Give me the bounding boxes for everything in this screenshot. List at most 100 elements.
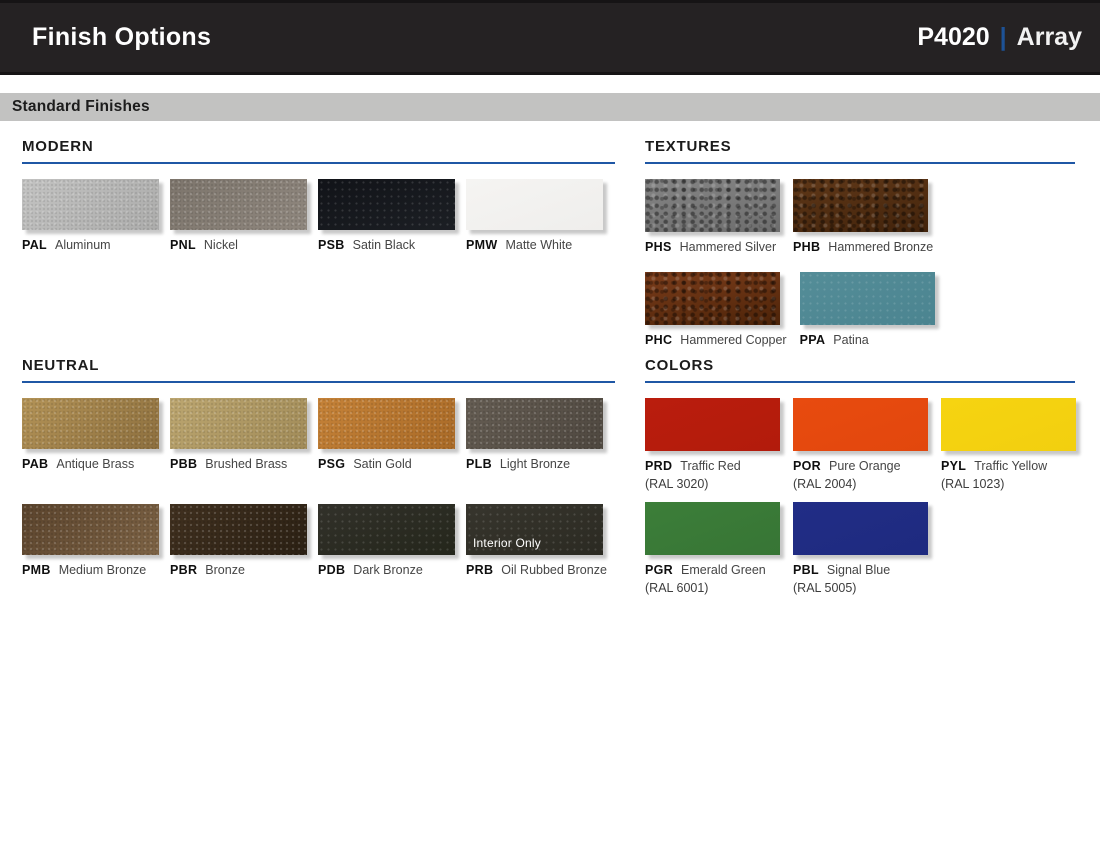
finish-name: Bronze xyxy=(205,563,245,577)
finish-name: Traffic Red xyxy=(680,459,740,473)
finish-name: Emerald Green xyxy=(681,563,766,577)
finish-swatch-pab xyxy=(22,398,159,449)
finish-label: PRB Oil Rubbed Bronze xyxy=(466,563,607,577)
finish-swatch-phs xyxy=(645,179,780,232)
finish-name: Matte White xyxy=(505,238,572,252)
finish-ral-code: (RAL 3020) xyxy=(645,477,780,491)
finish-swatch-por xyxy=(793,398,928,451)
finish-name: Hammered Bronze xyxy=(828,240,933,254)
finish-name: Satin Black xyxy=(353,238,416,252)
colors-row-1: PRDTraffic Red(RAL 3020)PORPure Orange(R… xyxy=(645,398,1075,491)
section-title-textures: TEXTURES xyxy=(645,138,1075,164)
finish-name: Hammered Copper xyxy=(680,333,786,347)
finish-cell-phc: PHC Hammered Copper xyxy=(645,272,787,347)
finish-label: PHS Hammered Silver xyxy=(645,240,780,254)
finish-swatch-pbr xyxy=(170,504,307,555)
finish-label: PPAPatina xyxy=(800,333,935,347)
finish-label: PHB Hammered Bronze xyxy=(793,240,933,254)
finish-swatch-pnl xyxy=(170,179,307,230)
finish-cell-psb: PSB Satin Black xyxy=(318,179,455,252)
finish-code: PRB xyxy=(466,563,493,577)
finish-cell-pab: PAB Antique Brass xyxy=(22,398,159,471)
finish-name: Pure Orange xyxy=(829,459,901,473)
finish-label: PNL Nickel xyxy=(170,238,307,252)
finish-code: PHB xyxy=(793,240,820,254)
finish-swatch-psg xyxy=(318,398,455,449)
finish-label: PYLTraffic Yellow xyxy=(941,459,1076,473)
finish-code: PHS xyxy=(645,240,672,254)
finish-cell-pdb: PDBDark Bronze xyxy=(318,504,455,577)
textures-row-1: PHS Hammered Silver PHB Hammered Bronze xyxy=(645,179,1075,254)
finish-swatch-phc xyxy=(645,272,780,325)
finish-name: Light Bronze xyxy=(500,457,570,471)
finish-cell-pbb: PBBBrushed Brass xyxy=(170,398,307,471)
product-identifier: P4020 | Array xyxy=(917,23,1082,52)
neutral-row-1: PAB Antique Brass PBBBrushed Brass PSGSatin… xyxy=(22,398,615,471)
finish-cell-pbr: PBRBronze xyxy=(170,504,307,577)
finish-swatch-prd xyxy=(645,398,780,451)
finish-swatch-pmw xyxy=(466,179,603,230)
finish-swatch-pbb xyxy=(170,398,307,449)
finish-swatch-pdb xyxy=(318,504,455,555)
finish-code: PPA xyxy=(800,333,826,347)
neutral-swatch-grid: PAB Antique Brass PBBBrushed Brass PSGSatin… xyxy=(22,398,615,577)
page-header: Finish Options P4020 | Array xyxy=(0,0,1100,75)
finish-name: Oil Rubbed Bronze xyxy=(501,563,607,577)
finish-cell-prd: PRDTraffic Red (RAL 3020) xyxy=(645,398,780,491)
section-title-neutral: NEUTRAL xyxy=(22,357,615,383)
section-neutral: NEUTRAL PAB Antique Brass PBBBrushed Brass… xyxy=(22,357,615,577)
finish-label: PAB Antique Brass xyxy=(22,457,159,471)
modern-swatch-grid: PAL Aluminum PNL Nickel PSB Satin Black PMW Mat… xyxy=(22,179,615,252)
product-name: Array xyxy=(1017,23,1082,52)
section-title-modern: MODERN xyxy=(22,138,615,164)
finish-code: PMW xyxy=(466,238,497,252)
finish-cell-pal: PAL Aluminum xyxy=(22,179,159,252)
finish-cell-pbl: PBLSignal Blue(RAL 5005) xyxy=(793,502,928,595)
finish-name: Hammered Silver xyxy=(680,240,777,254)
finish-label: PBBBrushed Brass xyxy=(170,457,307,471)
colors-row-2: PGREmerald Green (RAL 6001) PBLSignal Blue… xyxy=(645,502,1075,595)
finish-name: Antique Brass xyxy=(56,457,134,471)
finish-name: Brushed Brass xyxy=(205,457,287,471)
section-title-colors: COLORS xyxy=(645,357,1075,383)
finish-cell-phb: PHB Hammered Bronze xyxy=(793,179,933,254)
finish-name: Nickel xyxy=(204,238,238,252)
finish-swatch-pyl xyxy=(941,398,1076,451)
finish-ral-code: (RAL 2004) xyxy=(793,477,928,491)
finish-label: PRDTraffic Red xyxy=(645,459,780,473)
finish-label: PDBDark Bronze xyxy=(318,563,455,577)
finish-cell-prb: Interior Only PRB Oil Rubbed Bronze xyxy=(466,504,607,577)
textures-row-2: PHC Hammered Copper PPAPatina xyxy=(645,272,1075,347)
finish-label: PSB Satin Black xyxy=(318,238,455,252)
finish-code: PLB xyxy=(466,457,492,471)
modern-row-1: PAL Aluminum PNL Nickel PSB Satin Black PMW Mat… xyxy=(22,179,615,252)
finish-swatch-phb xyxy=(793,179,928,232)
finish-name: Medium Bronze xyxy=(59,563,147,577)
finish-cell-phs: PHS Hammered Silver xyxy=(645,179,780,254)
neutral-row-2: PMB Medium Bronze PBRBronze PDBDark Bronze I… xyxy=(22,504,615,577)
section-textures: TEXTURES PHS Hammered Silver PHB Hammered B… xyxy=(645,138,1075,347)
finish-cell-pyl: PYLTraffic Yellow(RAL 1023) xyxy=(941,398,1076,491)
finish-label: PMW Matte White xyxy=(466,238,603,252)
finish-code: PSB xyxy=(318,238,345,252)
finish-name: Aluminum xyxy=(55,238,111,252)
finish-code: PMB xyxy=(22,563,51,577)
finish-swatch-pgr xyxy=(645,502,780,555)
finish-ral-code: (RAL 6001) xyxy=(645,581,780,595)
finish-swatch-psb xyxy=(318,179,455,230)
standard-finishes-bar: Standard Finishes xyxy=(0,93,1100,121)
colors-swatch-grid: PRDTraffic Red(RAL 3020)PORPure Orange(R… xyxy=(645,398,1075,595)
finish-code: PAL xyxy=(22,238,47,252)
finish-code: PAB xyxy=(22,457,48,471)
finish-label: PMB Medium Bronze xyxy=(22,563,159,577)
finish-cell-pnl: PNL Nickel xyxy=(170,179,307,252)
interior-only-label: Interior Only xyxy=(473,536,541,550)
section-colors: COLORS PRDTraffic Red(RAL 3020)PORPure O… xyxy=(645,357,1075,595)
finish-label: PBLSignal Blue xyxy=(793,563,928,577)
finish-code: PHC xyxy=(645,333,672,347)
finish-code: PNL xyxy=(170,238,196,252)
finish-cell-psg: PSGSatin Gold xyxy=(318,398,455,471)
standard-finishes-title: Standard Finishes xyxy=(12,98,150,116)
finish-label: PGREmerald Green xyxy=(645,563,780,577)
section-modern: MODERN PAL Aluminum PNL Nickel PSB Satin Blac… xyxy=(22,138,615,252)
